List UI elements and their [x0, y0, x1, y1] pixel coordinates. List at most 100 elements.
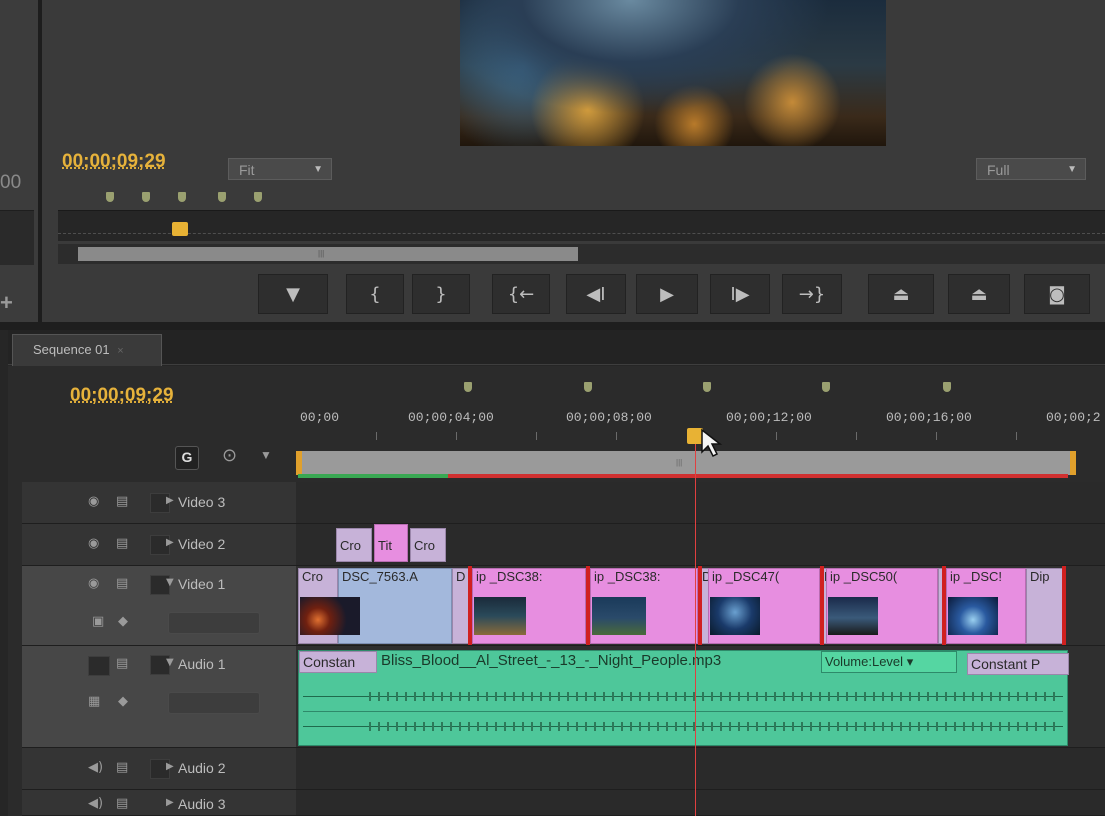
chevron-down-icon: ▾: [906, 654, 914, 669]
playback-resolution-select[interactable]: Full ▼: [976, 158, 1086, 180]
collapse-triangle-icon[interactable]: ▼: [166, 577, 174, 588]
sequence-timecode[interactable]: 00;00;09;29: [70, 385, 174, 407]
marker-icon[interactable]: [178, 192, 186, 202]
clip-dip[interactable]: Dip: [1026, 568, 1064, 644]
clip-title[interactable]: Tit: [374, 524, 408, 562]
sync-lock-icon[interactable]: ▤: [116, 796, 128, 811]
keyframe-navigator[interactable]: [168, 612, 260, 634]
track-video-1[interactable]: Cro DSC_7563.A D ip _DSC38: D ip _DSC38:…: [296, 566, 1105, 646]
track-video-3[interactable]: [296, 482, 1105, 524]
panel-divider[interactable]: [0, 322, 1105, 330]
marker-icon[interactable]: [142, 192, 150, 202]
sync-lock-icon[interactable]: ▤: [116, 576, 128, 591]
marker-icon[interactable]: [822, 382, 830, 392]
marker-icon[interactable]: [254, 192, 262, 202]
chevron-down-icon: ▼: [313, 164, 323, 175]
sync-lock-icon[interactable]: ▤: [116, 494, 128, 509]
expand-triangle-icon[interactable]: ▶: [166, 537, 174, 548]
keyframe-icon[interactable]: ◆: [118, 694, 128, 709]
marker-icon[interactable]: [218, 192, 226, 202]
close-icon[interactable]: ×: [117, 345, 123, 357]
marker-icon[interactable]: [106, 192, 114, 202]
snap-icon[interactable]: G: [175, 446, 199, 470]
program-playhead[interactable]: [172, 222, 188, 236]
marker-icon[interactable]: [464, 382, 472, 392]
mute-toggle[interactable]: [88, 656, 110, 676]
marker-icon: ▼: [286, 283, 300, 305]
track-audio-2[interactable]: [296, 748, 1105, 790]
work-area-start-handle[interactable]: [296, 451, 302, 475]
work-area-end-handle[interactable]: [1070, 451, 1076, 475]
track-name: Audio 3: [178, 796, 226, 812]
set-encore-marker-icon[interactable]: ⊙: [222, 445, 237, 466]
keyframe-icon[interactable]: ◆: [118, 614, 128, 629]
program-time-ruler[interactable]: [58, 210, 1105, 241]
keyframe-navigator[interactable]: [168, 692, 260, 714]
sync-lock-icon[interactable]: ▤: [116, 760, 128, 775]
tab-sequence-01[interactable]: Sequence 01 ×: [12, 334, 162, 366]
expand-triangle-icon[interactable]: ▶: [166, 797, 174, 808]
clip-cross-dissolve[interactable]: Cro: [336, 528, 372, 562]
step-back-icon: ◀I: [586, 283, 606, 305]
scrollbar-thumb[interactable]: [78, 247, 578, 261]
clip-constant-power[interactable]: Constant P: [967, 653, 1069, 675]
track-name: Video 1: [178, 576, 226, 592]
marker-icon[interactable]: [584, 382, 592, 392]
collapse-triangle-icon[interactable]: ▼: [166, 657, 174, 668]
track-header-audio-3[interactable]: ◀) ▤ ▶ Audio 3: [22, 790, 296, 816]
step-back-button[interactable]: ◀I: [566, 274, 626, 314]
extract-button[interactable]: ⏏: [948, 274, 1010, 314]
waveform-peaks: [369, 692, 1061, 701]
eye-icon[interactable]: ◉: [88, 576, 99, 591]
go-to-in-button[interactable]: {←: [492, 274, 550, 314]
track-header-audio-1[interactable]: ▤ ▼ Audio 1 ▦ ◆: [22, 646, 296, 748]
speaker-icon[interactable]: ◀): [88, 796, 103, 811]
clip-thumbnail: [948, 597, 998, 635]
zoom-level-select[interactable]: Fit ▼: [228, 158, 332, 180]
track-header-video-2[interactable]: ◉ ▤ ▶ Video 2: [22, 524, 296, 566]
play-icon: ▶: [660, 283, 674, 305]
go-to-out-button[interactable]: →}: [782, 274, 842, 314]
step-forward-button[interactable]: I▶: [710, 274, 770, 314]
audio-clip-bliss-blood[interactable]: Constan Bliss_Blood__Al_Street_-_13_-_Ni…: [298, 650, 1069, 746]
track-header-video-1[interactable]: ◉ ▤ ▼ Video 1 ▣ ◆: [22, 566, 296, 646]
eye-icon[interactable]: ◉: [88, 536, 99, 551]
playhead-line: [695, 444, 696, 816]
marker-icon[interactable]: [943, 382, 951, 392]
transport-controls: ▼ { } {← ◀I ▶ I▶ →} ⏏ ⏏ ◙: [0, 274, 1105, 314]
speaker-icon[interactable]: ◀): [88, 760, 103, 775]
track-video-2[interactable]: Cro Tit Cro: [296, 524, 1105, 566]
marker-icon[interactable]: [703, 382, 711, 392]
program-timecode[interactable]: 00;00;09;29: [62, 151, 166, 173]
expand-triangle-icon[interactable]: ▶: [166, 761, 174, 772]
eye-icon[interactable]: ◉: [88, 494, 99, 509]
volume-level-select[interactable]: Volume:Level ▾: [821, 651, 957, 673]
track-name: Audio 1: [178, 656, 226, 672]
track-gutter: [8, 482, 22, 816]
mouse-cursor-icon: [701, 428, 723, 458]
display-style-icon[interactable]: ▣: [92, 614, 104, 629]
clip-constant-power[interactable]: Constan: [299, 651, 377, 673]
step-forward-icon: I▶: [730, 283, 750, 305]
expand-triangle-icon[interactable]: ▶: [166, 495, 174, 506]
track-audio-3[interactable]: [296, 790, 1105, 816]
waveform-display-icon[interactable]: ▦: [88, 694, 100, 709]
mark-in-button[interactable]: {: [346, 274, 404, 314]
add-marker-button[interactable]: ▼: [258, 274, 328, 314]
lift-button[interactable]: ⏏: [868, 274, 934, 314]
go-to-out-icon: →}: [798, 283, 826, 305]
play-button[interactable]: ▶: [636, 274, 698, 314]
edit-point: [586, 566, 590, 645]
track-header-video-3[interactable]: ◉ ▤ ▶ Video 3: [22, 482, 296, 524]
clip-cross-dissolve[interactable]: Cro: [410, 528, 446, 562]
sync-lock-icon[interactable]: ▤: [116, 536, 128, 551]
grip-icon: |||: [318, 249, 325, 258]
work-area-bar[interactable]: |||: [296, 451, 1076, 475]
sync-lock-icon[interactable]: ▤: [116, 656, 128, 671]
mark-out-button[interactable]: }: [412, 274, 470, 314]
program-zoom-scrollbar[interactable]: |||: [58, 244, 1105, 264]
track-header-audio-2[interactable]: ◀) ▤ ▶ Audio 2: [22, 748, 296, 790]
add-marker-icon[interactable]: ▼: [260, 448, 272, 462]
export-frame-button[interactable]: ◙: [1024, 274, 1090, 314]
clip-thumbnail: [300, 597, 360, 635]
